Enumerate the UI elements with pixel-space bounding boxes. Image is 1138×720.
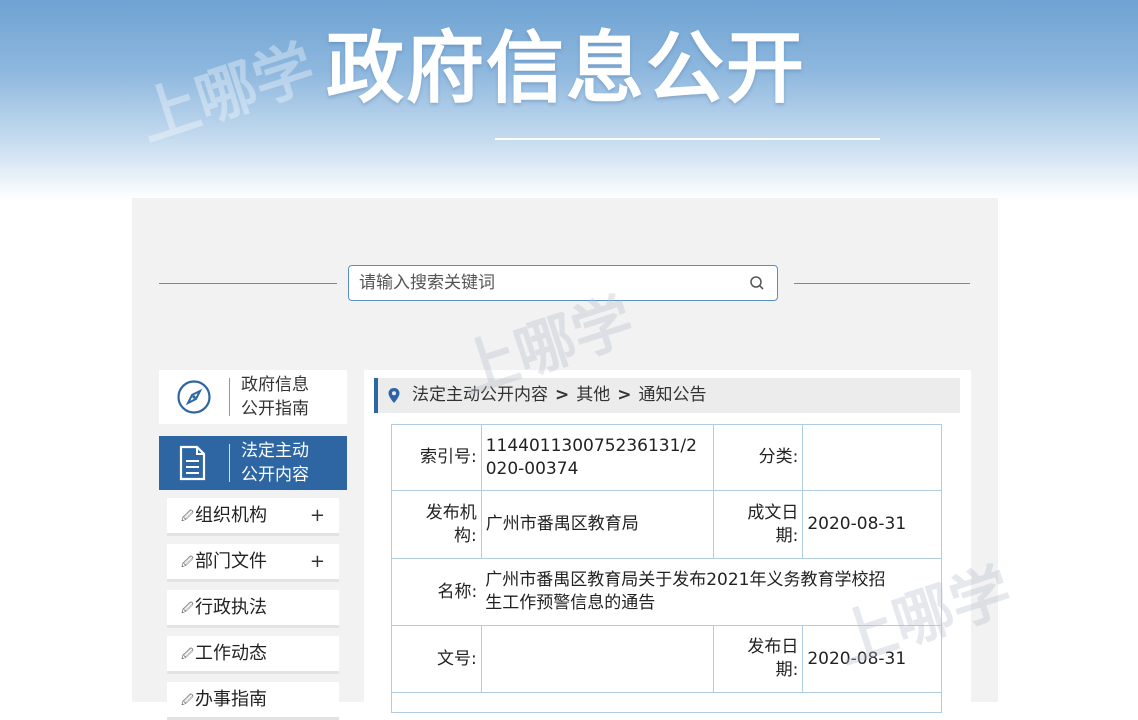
category-value	[802, 424, 942, 491]
published-date-label: 发布日 期:	[712, 625, 804, 693]
expand-icon[interactable]: +	[310, 544, 325, 580]
document-icon	[179, 445, 206, 481]
leaf-icon: 🖉	[181, 647, 194, 661]
page-title: 政府信息公开	[326, 24, 807, 114]
leaf-icon: 🖉	[181, 601, 194, 615]
doc-number-label: 文号:	[391, 625, 482, 693]
created-date-label: 成文日 期:	[712, 490, 804, 559]
table-row: 索引号: 114401130075236131/2 020-00374 分类:	[391, 424, 942, 491]
location-pin-icon	[388, 388, 400, 403]
category-label: 分类:	[712, 424, 804, 491]
sidebar-active-label: 法定主动 公开内容	[241, 441, 309, 485]
sidebar-subitem-service-guide[interactable]: 🖉 办事指南	[167, 682, 339, 720]
publisher-label: 发布机 构:	[391, 490, 482, 559]
info-table: 索引号: 114401130075236131/2 020-00374 分类: …	[391, 424, 943, 713]
breadcrumb: 法定主动公开内容 > 其他 > 通知公告	[374, 378, 960, 413]
search-divider-right	[794, 283, 970, 284]
name-value: 广州市番禺区教育局关于发布2021年义务教育学校招 生工作预警信息的通告	[481, 558, 943, 626]
header-banner: 上哪学 政府信息公开	[0, 0, 1138, 200]
expand-icon[interactable]: +	[310, 498, 325, 534]
table-row: 发布机 构: 广州市番禺区教育局 成文日 期: 2020-08-31	[391, 490, 942, 559]
search-divider-left	[159, 283, 337, 284]
index-value: 114401130075236131/2 020-00374	[480, 424, 714, 491]
search-input[interactable]	[359, 266, 739, 299]
sidebar-divider	[229, 378, 230, 416]
subitem-label: 部门文件	[195, 551, 267, 572]
subitem-label: 办事指南	[195, 689, 267, 710]
leaf-icon: 🖉	[181, 555, 194, 569]
subitem-label: 工作动态	[195, 643, 267, 664]
subitem-label: 组织机构	[195, 505, 267, 526]
main-panel: 政府信息 公开指南 法定主动 公开内容 🖉 组织机构 + 🖉 部门文件 + 🖉 …	[132, 198, 1020, 720]
sidebar-subitem-work-news[interactable]: 🖉 工作动态	[167, 636, 339, 674]
published-date-value: 2020-08-31	[802, 625, 942, 693]
compass-icon	[177, 380, 211, 414]
search-box	[348, 265, 778, 301]
doc-number-value	[480, 625, 714, 693]
table-row: 文号: 发布日 期: 2020-08-31	[391, 625, 942, 693]
table-cell	[391, 692, 942, 713]
search-icon[interactable]	[749, 275, 765, 291]
sidebar-subitem-law-enforcement[interactable]: 🖉 行政执法	[167, 590, 339, 628]
content-area: 法定主动公开内容 > 其他 > 通知公告 索引号: 114401130075236131…	[364, 370, 971, 713]
breadcrumb-item-notice[interactable]: 通知公告	[639, 385, 707, 405]
index-label: 索引号:	[391, 424, 482, 491]
sidebar-guide-label: 政府信息 公开指南	[241, 375, 309, 419]
leaf-icon: 🖉	[181, 693, 194, 707]
sidebar-item-statutory-content[interactable]: 法定主动 公开内容	[159, 436, 347, 490]
subitem-label: 行政执法	[195, 597, 267, 618]
chevron-right-icon: >	[617, 385, 632, 405]
leaf-icon: 🖉	[181, 509, 194, 523]
sidebar-subitem-dept-docs[interactable]: 🖉 部门文件 +	[167, 544, 339, 582]
sidebar-divider	[229, 444, 230, 482]
watermark: 上哪学	[130, 32, 324, 155]
table-row	[391, 692, 942, 713]
chevron-right-icon: >	[555, 385, 570, 405]
title-underline	[495, 138, 880, 140]
created-date-value: 2020-08-31	[802, 490, 942, 559]
sidebar-subitem-organization[interactable]: 🖉 组织机构 +	[167, 498, 339, 536]
table-row: 名称: 广州市番禺区教育局关于发布2021年义务教育学校招 生工作预警信息的通告	[391, 558, 943, 626]
publisher-value: 广州市番禺区教育局	[480, 490, 714, 559]
name-label: 名称:	[391, 558, 482, 626]
breadcrumb-item-statutory[interactable]: 法定主动公开内容	[412, 385, 548, 405]
sidebar-item-guide[interactable]: 政府信息 公开指南	[159, 370, 347, 424]
breadcrumb-item-other[interactable]: 其他	[576, 385, 610, 405]
